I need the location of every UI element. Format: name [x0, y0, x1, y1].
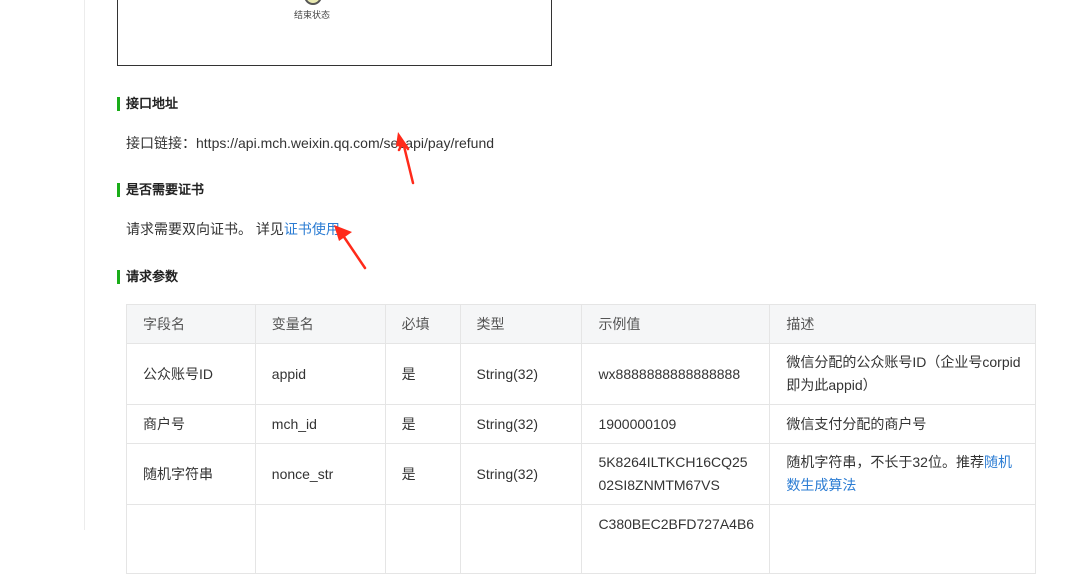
cell-field [126, 504, 256, 574]
cell-required: 是 [384, 404, 461, 444]
cell-example: C380BEC2BFD727A4B6 [581, 504, 771, 574]
cell-field: 商户号 [126, 404, 256, 444]
left-sidebar [0, 0, 85, 530]
api-url-value: https://api.mch.weixin.qq.com/secapi/pay… [196, 135, 495, 151]
cell-example: 1900000109 [581, 404, 771, 444]
cell-field: 随机字符串 [126, 443, 256, 505]
cell-desc: 微信分配的公众账号ID（企业号corpid即为此appid） [769, 343, 1036, 405]
api-url-line: 接口链接：https://api.mch.weixin.qq.com/secap… [126, 133, 494, 153]
table-row: C380BEC2BFD727A4B6 [126, 504, 1036, 574]
table-row: 随机字符串 nonce_str 是 String(32) 5K8264ILTKC… [126, 443, 1036, 505]
section-title-api-url: 接口地址 [117, 96, 178, 112]
end-state-node [304, 0, 322, 5]
annotation-arrow-icon [334, 225, 367, 270]
cell-required [384, 504, 461, 574]
column-header-required: 必填 [384, 304, 461, 344]
section-title-cert: 是否需要证书 [117, 182, 204, 198]
column-header-type: 类型 [459, 304, 583, 344]
cell-var: mch_id [254, 404, 386, 444]
cell-type: String(32) [459, 343, 583, 405]
api-url-label: 接口链接： [126, 135, 196, 151]
cell-var: appid [254, 343, 386, 405]
flow-diagram: 结束状态 [117, 0, 552, 66]
column-header-desc: 描述 [769, 304, 1036, 344]
column-header-field: 字段名 [126, 304, 256, 344]
end-state-label: 结束状态 [294, 10, 331, 20]
cell-required: 是 [384, 343, 461, 405]
cell-type [459, 504, 583, 574]
table-header-row: 字段名 变量名 必填 类型 示例值 描述 [126, 304, 1036, 344]
section-title-params: 请求参数 [117, 269, 178, 285]
cell-required: 是 [384, 443, 461, 505]
cell-field: 公众账号ID [126, 343, 256, 405]
cert-text: 请求需要双向证书。 详见 [126, 221, 284, 237]
cell-desc: 微信支付分配的商户号 [769, 404, 1036, 444]
cell-desc-text: 随机字符串，不长于32位。推荐 [786, 454, 984, 470]
cell-var [254, 504, 386, 574]
table-row: 公众账号ID appid 是 String(32) wx888888888888… [126, 343, 1036, 405]
annotation-arrow-icon [396, 132, 415, 185]
cell-example: wx8888888888888888 [581, 343, 771, 405]
column-header-example: 示例值 [581, 304, 771, 344]
table-row: 商户号 mch_id 是 String(32) 1900000109 微信支付分… [126, 404, 1036, 444]
cell-example: 5K8264ILTKCH16CQ2502SI8ZNMTM67VS [581, 443, 771, 505]
cell-type: String(32) [459, 404, 583, 444]
cell-type: String(32) [459, 443, 583, 505]
request-params-table: 字段名 变量名 必填 类型 示例值 描述 公众账号ID appid 是 Stri… [126, 304, 1036, 574]
cert-line: 请求需要双向证书。 详见证书使用 [126, 219, 340, 239]
column-header-var: 变量名 [254, 304, 386, 344]
cell-var: nonce_str [254, 443, 386, 505]
cell-desc [769, 504, 1036, 574]
cell-desc: 随机字符串，不长于32位。推荐随机数生成算法 [769, 443, 1036, 505]
